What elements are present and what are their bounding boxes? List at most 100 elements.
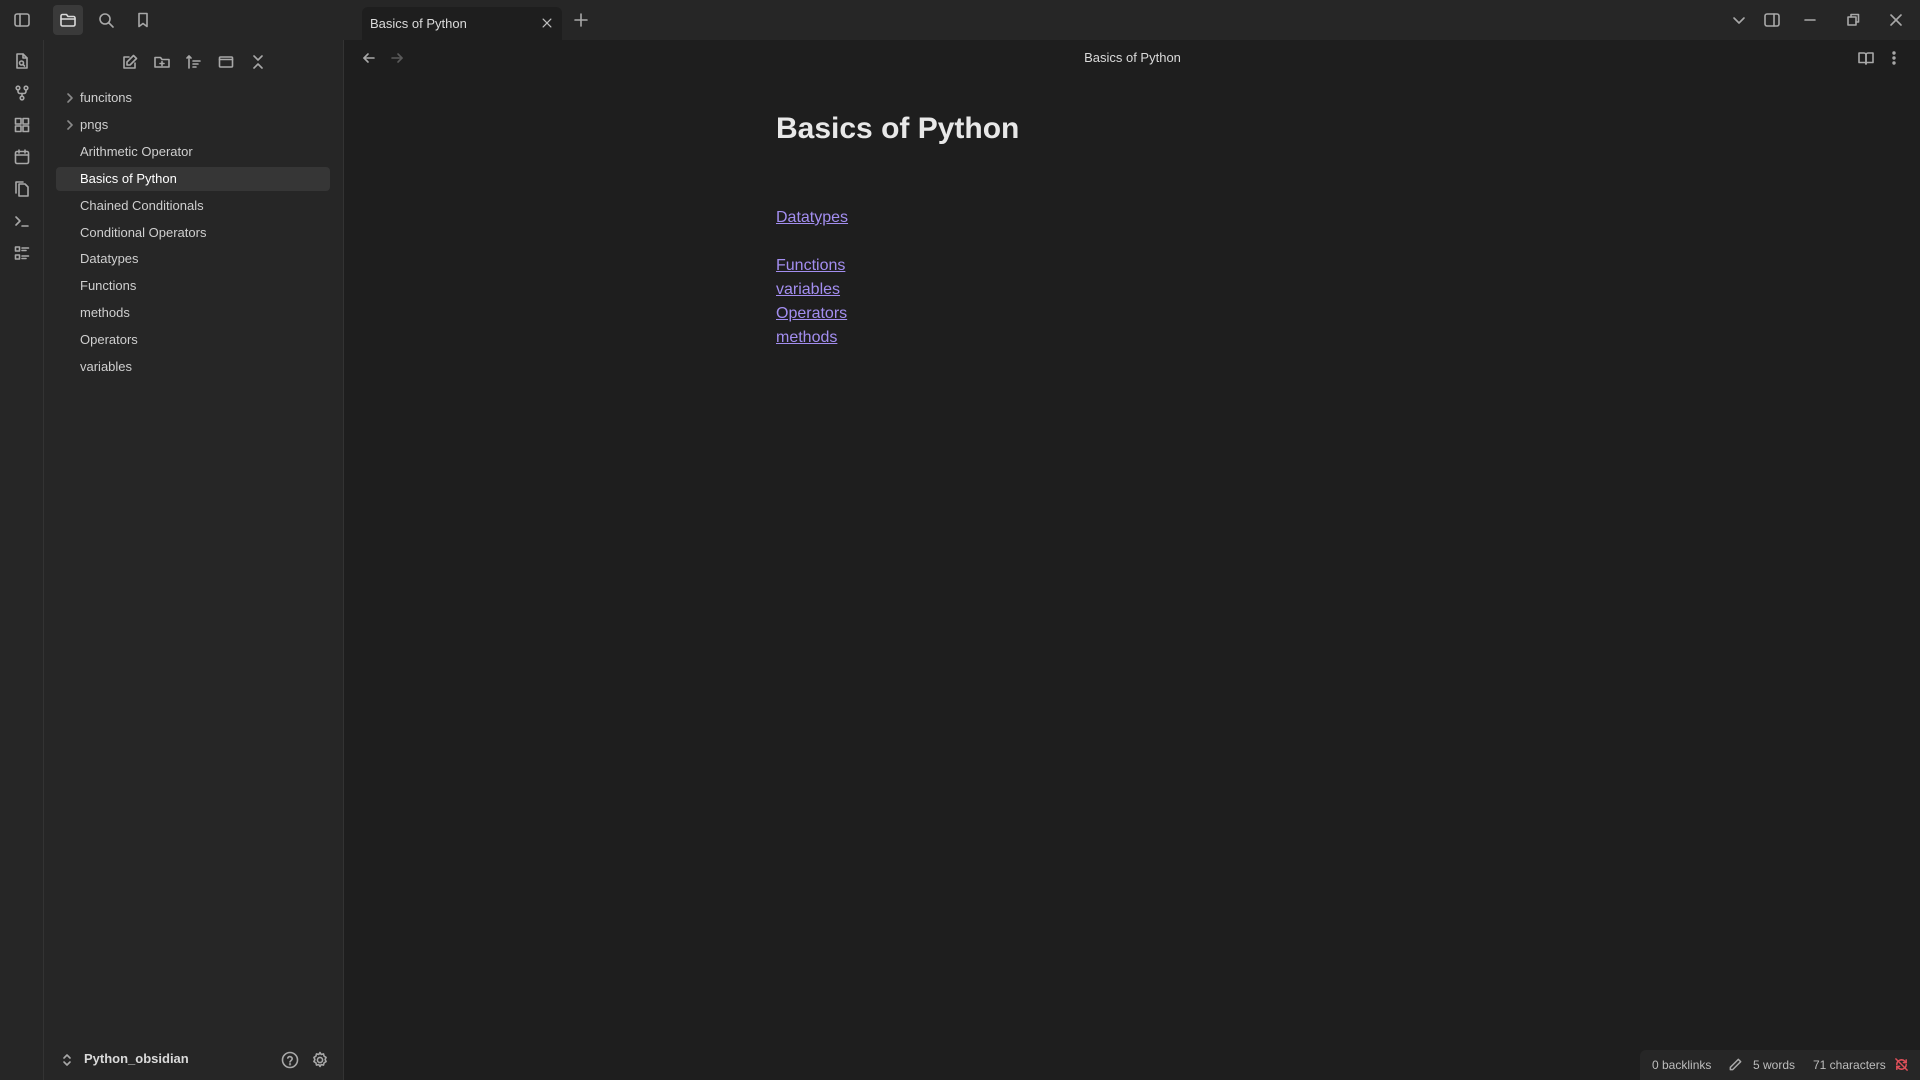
- reading-view-button[interactable]: [1857, 49, 1875, 67]
- tree-folder-pngs[interactable]: pngs: [56, 113, 330, 137]
- file-search-icon: [16, 53, 28, 69]
- tree-item-label: Functions: [80, 278, 137, 293]
- close-icon: [542, 18, 552, 28]
- pencil-icon: [1729, 1058, 1742, 1071]
- tree-item-label: Basics of Python: [80, 171, 177, 186]
- sync-status-button[interactable]: [1894, 1057, 1910, 1073]
- tab-close-button[interactable]: [538, 14, 556, 32]
- link-functions[interactable]: Functions: [776, 257, 845, 275]
- status-bar: 0 backlinks 5 words 71 characters: [1640, 1050, 1920, 1080]
- character-count: 71 characters: [1813, 1058, 1886, 1072]
- word-count: 5 words: [1753, 1058, 1796, 1072]
- book-open-icon: [1858, 52, 1874, 65]
- settings-button[interactable]: [310, 1050, 330, 1070]
- view-header-title[interactable]: Basics of Python: [345, 50, 1920, 65]
- help-circle-icon: [281, 1051, 299, 1069]
- files-tab-button[interactable]: [53, 5, 83, 35]
- terminal-icon: [15, 216, 29, 227]
- open-bases-button[interactable]: [10, 241, 34, 265]
- file-explorer: funcitons pngs Arithmetic Operator Basic…: [44, 40, 344, 1080]
- minimize-button[interactable]: [1795, 5, 1825, 35]
- reveal-icon: [218, 56, 234, 68]
- open-command-palette-button[interactable]: [10, 209, 34, 233]
- collapse-all-button[interactable]: [246, 50, 270, 74]
- title-bar: Basics of Python: [0, 0, 1920, 40]
- tree-file-chained-conditionals[interactable]: Chained Conditionals: [56, 194, 330, 218]
- folder-icon: [60, 13, 76, 27]
- more-vertical-icon: [1892, 51, 1896, 65]
- open-daily-note-button[interactable]: [10, 145, 34, 169]
- tab-title: Basics of Python: [370, 16, 467, 31]
- list-checks-icon: [14, 246, 30, 260]
- tab-basics-of-python[interactable]: Basics of Python: [362, 7, 562, 40]
- sort-button[interactable]: [182, 50, 206, 74]
- restore-icon: [1847, 13, 1860, 26]
- vault-profile: Python_obsidian: [44, 1040, 344, 1080]
- search-tab-button[interactable]: [91, 5, 121, 35]
- tree-folder-funcitons[interactable]: funcitons: [56, 86, 330, 110]
- chevrons-down-up-icon: [253, 55, 263, 69]
- tree-item-label: Conditional Operators: [80, 225, 207, 240]
- layout-dashboard-icon: [14, 117, 30, 133]
- tree-file-datatypes[interactable]: Datatypes: [56, 247, 330, 271]
- new-tab-button[interactable]: [570, 9, 592, 31]
- insert-template-button[interactable]: [10, 177, 34, 201]
- bookmark-icon: [138, 12, 148, 28]
- tree-item-label: pngs: [80, 117, 109, 132]
- search-icon: [99, 13, 114, 28]
- tree-file-conditional-operators[interactable]: Conditional Operators: [56, 221, 330, 245]
- tree-file-basics-of-python[interactable]: Basics of Python: [56, 167, 330, 191]
- calendar-icon: [14, 149, 30, 165]
- note-title: Basics of Python: [776, 112, 1020, 145]
- tree-file-variables[interactable]: variables: [56, 355, 330, 379]
- help-button[interactable]: [280, 1050, 300, 1070]
- edit-icon: [123, 54, 138, 69]
- new-note-button[interactable]: [118, 50, 142, 74]
- more-options-button[interactable]: [1885, 49, 1903, 67]
- sidebar-toggle-button[interactable]: [7, 5, 37, 35]
- bookmarks-tab-button[interactable]: [128, 5, 158, 35]
- link-variables[interactable]: variables: [776, 281, 840, 299]
- tree-item-label: methods: [80, 305, 130, 320]
- auto-reveal-button[interactable]: [214, 50, 238, 74]
- edit-mode-button[interactable]: [1728, 1057, 1744, 1073]
- tree-item-label: funcitons: [80, 90, 133, 105]
- sort-icon: [186, 55, 201, 69]
- git-fork-icon: [15, 85, 29, 101]
- close-icon: [1890, 14, 1902, 26]
- plus-icon: [574, 13, 588, 27]
- vault-switcher-button[interactable]: [60, 1052, 74, 1068]
- tree-file-methods[interactable]: methods: [56, 301, 330, 325]
- chevron-down-icon: [1733, 17, 1745, 24]
- restore-button[interactable]: [1838, 5, 1868, 35]
- tree-item-label: Chained Conditionals: [80, 198, 204, 213]
- backlinks-count[interactable]: 0 backlinks: [1652, 1058, 1711, 1072]
- ribbon: [0, 40, 44, 1080]
- tree-item-label: Arithmetic Operator: [80, 144, 193, 159]
- folder-plus-icon: [154, 56, 170, 68]
- link-datatypes[interactable]: Datatypes: [776, 209, 848, 227]
- vault-name[interactable]: Python_obsidian: [84, 1051, 189, 1066]
- link-operators[interactable]: Operators: [776, 305, 847, 323]
- chevron-right-icon: [64, 119, 76, 131]
- right-sidebar-toggle-button[interactable]: [1757, 5, 1787, 35]
- sync-off-icon: [1895, 1058, 1908, 1071]
- new-folder-button[interactable]: [150, 50, 174, 74]
- minimize-icon: [1804, 19, 1816, 21]
- sidebar-toggle-icon: [14, 13, 30, 27]
- tab-list-button[interactable]: [1724, 5, 1754, 35]
- tree-item-label: variables: [80, 359, 133, 374]
- right-sidebar-icon: [1764, 13, 1780, 27]
- open-graph-view-button[interactable]: [10, 81, 34, 105]
- link-methods[interactable]: methods: [776, 329, 837, 347]
- open-quick-switcher-button[interactable]: [10, 49, 34, 73]
- tree-file-arithmetic-operator[interactable]: Arithmetic Operator: [56, 140, 330, 164]
- open-canvas-button[interactable]: [10, 113, 34, 137]
- tree-item-label: Datatypes: [80, 251, 139, 266]
- tree-file-functions[interactable]: Functions: [56, 274, 330, 298]
- chevron-right-icon: [64, 92, 76, 104]
- close-window-button[interactable]: [1881, 5, 1911, 35]
- tree-item-label: Operators: [80, 332, 138, 347]
- tree-file-operators[interactable]: Operators: [56, 328, 330, 352]
- files-icon: [15, 181, 29, 197]
